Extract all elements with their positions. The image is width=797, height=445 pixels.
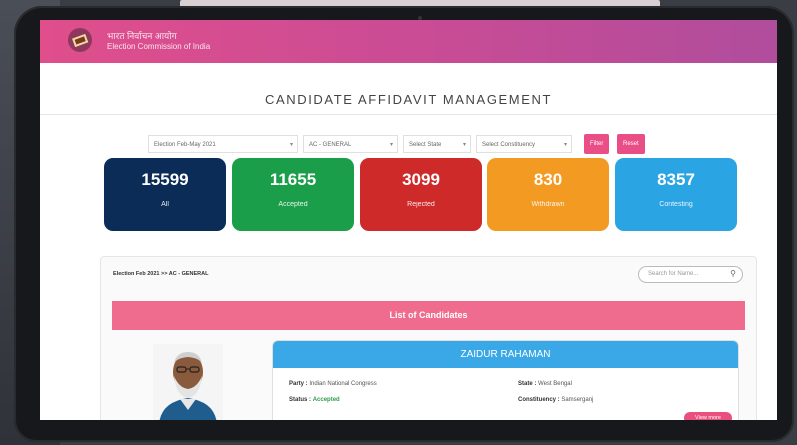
site-header: भारत निर्वाचन आयोग Election Commission o… xyxy=(40,20,777,63)
header-title-english: Election Commission of India xyxy=(107,42,211,51)
stat-value: 8357 xyxy=(657,170,695,189)
eci-logo-icon xyxy=(68,28,92,52)
status-field: Status : Accepted xyxy=(289,397,340,403)
stat-value: 830 xyxy=(533,170,563,189)
candidate-card: ZAIDUR RAHAMAN Party : Indian National C… xyxy=(272,340,739,420)
divider xyxy=(40,114,777,115)
candidate-name: ZAIDUR RAHAMAN xyxy=(273,341,738,368)
state-field: State : West Bengal xyxy=(518,381,572,387)
constituency-select[interactable]: Select Constituency ▾ xyxy=(476,135,572,153)
party-field: Party : Indian National Congress xyxy=(289,381,377,387)
constituency-value: Samserganj xyxy=(561,397,594,403)
election-select[interactable]: Election Feb-May 2021 ▾ xyxy=(148,135,298,153)
stat-label: Contesting xyxy=(659,201,693,208)
reset-filter-button[interactable]: Reset Filter xyxy=(617,134,645,167)
stat-card-contesting[interactable]: 8357 Contesting xyxy=(615,158,737,231)
candidate-panel: Election Feb 2021 >> AC - GENERAL Search… xyxy=(100,256,757,420)
stat-label: Accepted xyxy=(278,201,308,208)
list-title: List of Candidates xyxy=(112,301,745,330)
constituency-select-value: Select Constituency xyxy=(482,142,536,148)
party-value: Indian National Congress xyxy=(309,381,377,387)
ac-select-value: AC - GENERAL xyxy=(309,142,352,148)
ac-select[interactable]: AC - GENERAL ▾ xyxy=(303,135,398,153)
state-value: West Bengal xyxy=(538,381,572,387)
party-label: Party : xyxy=(289,381,308,387)
breadcrumb: Election Feb 2021 >> AC - GENERAL xyxy=(113,271,209,277)
stat-label: Rejected xyxy=(407,201,435,208)
stat-label: Withdrawn xyxy=(531,201,565,208)
search-icon[interactable]: ⚲ xyxy=(730,269,736,278)
screen: भारत निर्वाचन आयोग Election Commission o… xyxy=(40,20,777,420)
stat-card-all[interactable]: 15599 All xyxy=(104,158,226,231)
constituency-field: Constituency : Samserganj xyxy=(518,397,593,403)
page-title: CANDIDATE AFFIDAVIT MANAGEMENT xyxy=(264,92,553,107)
status-value: Accepted xyxy=(312,397,340,403)
chevron-down-icon: ▾ xyxy=(289,142,293,148)
header-title-hindi: भारत निर्वाचन आयोग xyxy=(107,31,177,41)
candidate-photo xyxy=(153,344,223,420)
constituency-label: Constituency : xyxy=(518,397,560,403)
state-label: State : xyxy=(518,381,537,387)
view-more-button[interactable]: View more xyxy=(684,412,732,420)
search-input[interactable]: Search for Name... ⚲ xyxy=(638,266,743,283)
search-placeholder: Search for Name... xyxy=(648,271,699,277)
stat-card-withdrawn[interactable]: 830 Withdrawn xyxy=(487,158,609,231)
main-content: CANDIDATE AFFIDAVIT MANAGEMENT Election … xyxy=(40,63,777,420)
stat-value: 15599 xyxy=(141,170,189,189)
stat-value: 3099 xyxy=(402,170,440,189)
filter-button[interactable]: Filter xyxy=(584,134,610,154)
chevron-down-icon: ▾ xyxy=(462,142,466,148)
stat-card-accepted[interactable]: 11655 Accepted xyxy=(232,158,354,231)
stat-value: 11655 xyxy=(269,170,317,189)
chevron-down-icon: ▾ xyxy=(563,142,567,148)
status-label: Status : xyxy=(289,397,312,403)
chevron-down-icon: ▾ xyxy=(389,142,393,148)
stat-card-rejected[interactable]: 3099 Rejected xyxy=(360,158,482,231)
election-select-value: Election Feb-May 2021 xyxy=(154,142,216,148)
stat-label: All xyxy=(161,201,169,208)
state-select-value: Select State xyxy=(409,142,442,148)
state-select[interactable]: Select State ▾ xyxy=(403,135,471,153)
